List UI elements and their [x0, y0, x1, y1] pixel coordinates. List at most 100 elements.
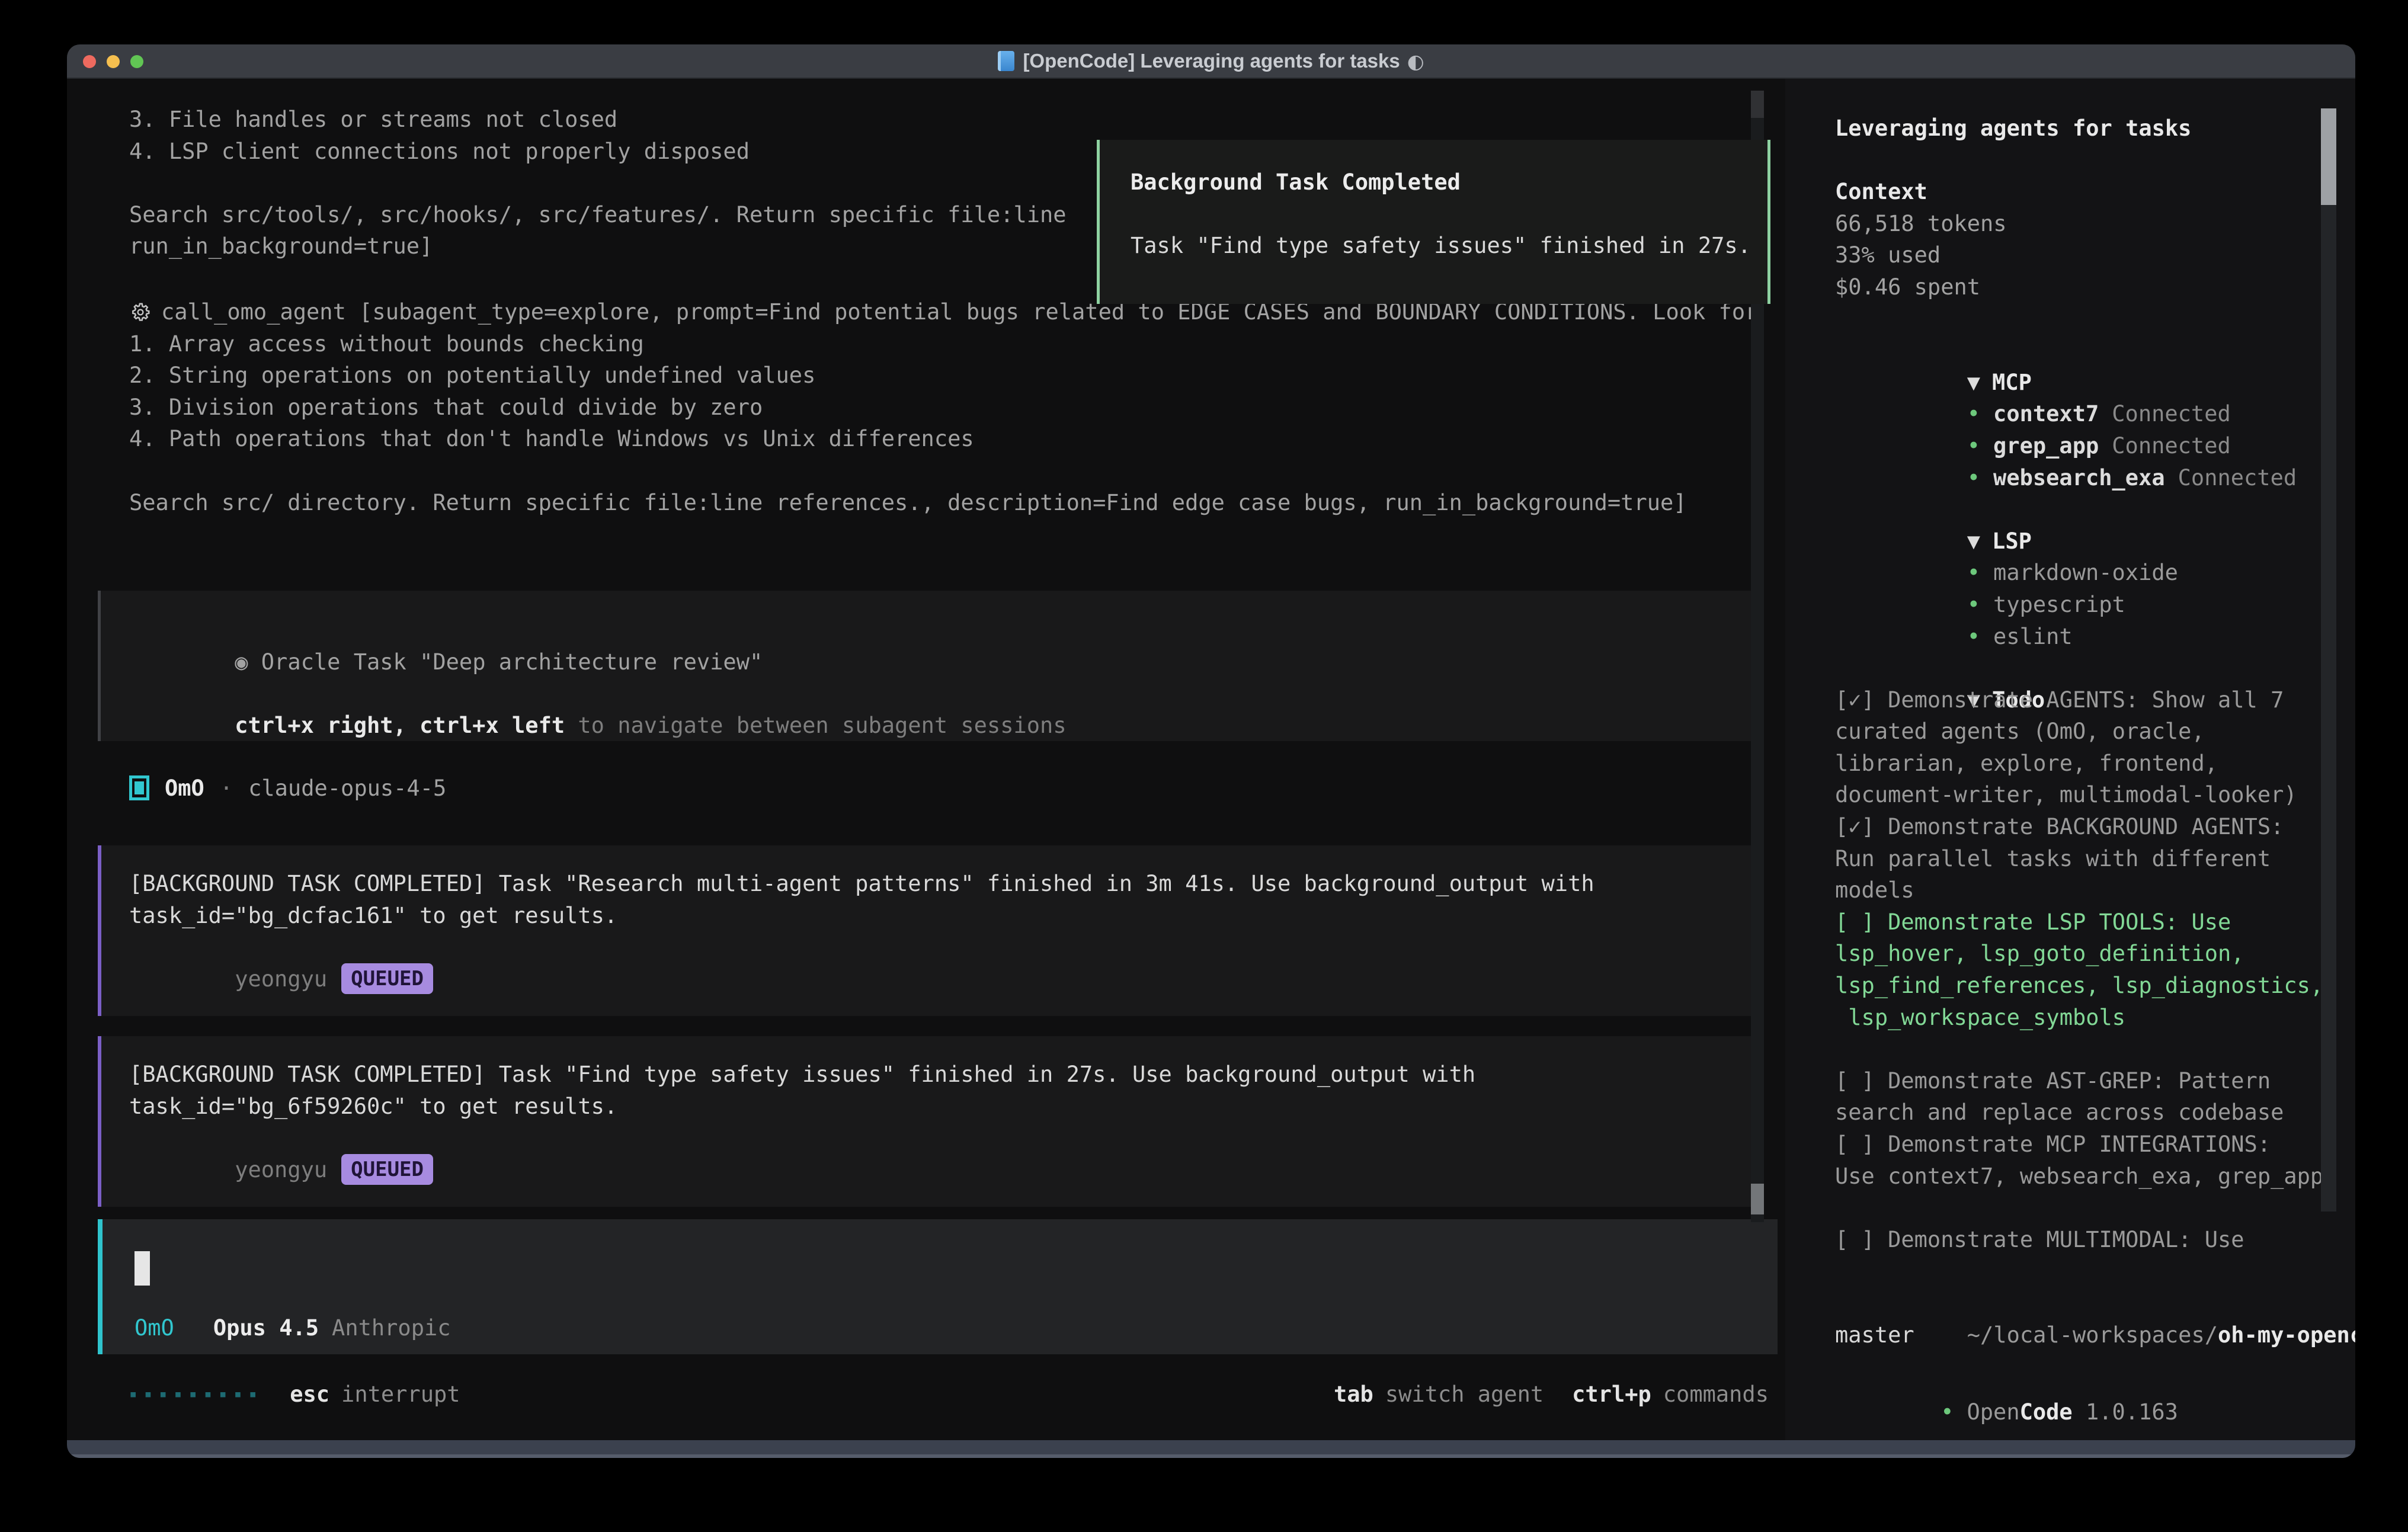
status-dot-icon: • [1967, 433, 1980, 459]
tool-call-line: Search src/ directory. Return specific f… [129, 487, 1758, 519]
transcript-line: run_in_background=true] [129, 230, 1067, 262]
status-dot-icon: • [1967, 401, 1980, 427]
separator-dot: · [220, 775, 233, 801]
task-message-line: task_id="bg_6f59260c" to get results. [129, 1091, 1759, 1123]
ctrlp-key-hint: ctrl+p [1572, 1382, 1651, 1407]
todo-line-active: [ ] Demonstrate LSP TOOLS: Use [1835, 906, 2324, 938]
transcript-line: Search src/tools/, src/hooks/, src/featu… [129, 199, 1067, 231]
agent-name: OmO [165, 775, 204, 801]
todo-line-active: lsp_find_references, lsp_diagnostics, [1835, 970, 2324, 1002]
tool-call-line [129, 455, 1758, 487]
tool-call-line: 3. Division operations that could divide… [129, 392, 1758, 424]
tool-call-block: call_omo_agent [subagent_type=explore, p… [129, 296, 1758, 518]
task-message-line: [BACKGROUND TASK COMPLETED] Task "Resear… [129, 868, 1759, 900]
todo-line: [ ] Demonstrate MULTIMODAL: Use [1835, 1224, 2324, 1256]
transcript-line: 4. LSP client connections not properly d… [129, 136, 1067, 168]
workspace-path: ~/local-workspaces/oh-my-opencode: [1835, 1287, 2324, 1319]
esc-key-hint: esc [290, 1382, 329, 1407]
todo-line: Run parallel tasks with different [1835, 843, 2324, 875]
queued-badge: QUEUED [341, 963, 433, 994]
background-task-toast: Background Task Completed Task "Find typ… [1097, 140, 1770, 304]
collapse-triangle-icon: ▼ [1967, 528, 1980, 554]
todo-line: [✓] Demonstrate BACKGROUND AGENTS: [1835, 811, 2324, 843]
todo-line: librarian, explore, frontend, [1835, 748, 2324, 780]
context-used: 33% used [1835, 239, 2324, 271]
gear-icon [129, 301, 152, 323]
window-bottom-strip [67, 1440, 2355, 1458]
collapse-triangle-icon: ▼ [1967, 370, 1980, 395]
footer-provider: Anthropic [332, 1315, 450, 1341]
tab-key-hint: tab [1334, 1382, 1373, 1407]
task-user: yeongyu [235, 966, 327, 992]
version-line: •OpenCode 1.0.163 [1835, 1374, 2178, 1406]
keybinding-hint-label: to navigate between subagent sessions [565, 713, 1066, 738]
task-message-line: [BACKGROUND TASK COMPLETED] Task "Find t… [129, 1059, 1759, 1091]
esc-key-label: interrupt [341, 1382, 460, 1407]
transcript-top: 3. File handles or streams not closed 4.… [129, 104, 1067, 262]
ctrlp-key-label: commands [1663, 1382, 1769, 1407]
window-title: [OpenCode] Leveraging agents for tasks [1023, 50, 1400, 72]
oracle-target-icon: ◉ [235, 649, 248, 675]
todo-line-active: lsp_workspace_symbols [1835, 1002, 2324, 1034]
todo-line: curated agents (OmO, oracle, [1835, 716, 2324, 748]
status-dot-icon: • [1967, 592, 1980, 617]
status-dot-icon: • [1967, 624, 1980, 649]
transcript-line [129, 167, 1067, 199]
todo-line: search and replace across codebase [1835, 1097, 2324, 1129]
maximize-button[interactable] [130, 55, 143, 68]
todo-line: [ ] Demonstrate MCP INTEGRATIONS: [1835, 1129, 2324, 1161]
footer-model: Opus 4.5 [213, 1315, 319, 1341]
context-header: Context [1835, 176, 2324, 208]
sidebar-scrollbar[interactable] [2321, 108, 2336, 1212]
oracle-task-box: ◉ Oracle Task "Deep architecture review"… [98, 591, 1759, 741]
todo-line [1835, 1192, 2324, 1224]
tool-call-line: 2. String operations on potentially unde… [129, 360, 1758, 392]
mcp-section-header[interactable]: ▼MCP [1835, 335, 2324, 367]
queued-badge: QUEUED [341, 1154, 433, 1185]
todo-line: [✓] Demonstrate AGENTS: Show all 7 [1835, 684, 2324, 716]
background-task-message: [BACKGROUND TASK COMPLETED] Task "Find t… [98, 1036, 1759, 1207]
todo-line: [ ] Demonstrate AST-GREP: Pattern [1835, 1065, 2324, 1097]
activity-dots-icon: ▪▪▪▪▪▪▪▪▪ [129, 1387, 264, 1402]
task-message-line: task_id="bg_dcfac161" to get results. [129, 900, 1759, 932]
transcript-line: 3. File handles or streams not closed [129, 104, 1067, 136]
tool-call-line: 1. Array access without bounds checking [129, 328, 1758, 360]
toast-title: Background Task Completed [1131, 166, 1767, 198]
scrollbar-thumb[interactable] [2321, 108, 2336, 205]
status-dot-icon: • [1967, 560, 1980, 585]
close-button[interactable] [83, 55, 96, 68]
keybinding-hint: ctrl+x right, ctrl+x left [235, 713, 565, 738]
notebook-icon [998, 51, 1014, 71]
todo-line: Use context7, websearch_exa, grep_app [1835, 1161, 2324, 1193]
tool-call-line: 4. Path operations that don't handle Win… [129, 423, 1758, 455]
task-user: yeongyu [235, 1157, 327, 1182]
sidebar-session-title: Leveraging agents for tasks [1835, 113, 2324, 145]
background-task-message: [BACKGROUND TASK COMPLETED] Task "Resear… [98, 845, 1759, 1016]
todo-line: models [1835, 874, 2324, 906]
window-titlebar[interactable]: [OpenCode] Leveraging agents for tasks ◐ [67, 44, 2355, 79]
sidebar: Leveraging agents for tasks Context 66,5… [1785, 79, 2355, 1440]
text-cursor [135, 1251, 150, 1286]
scrollbar-thumb[interactable] [1751, 1184, 1764, 1214]
oracle-task-title: Oracle Task "Deep architecture review" [261, 649, 763, 675]
agent-square-icon [129, 775, 149, 800]
opencode-terminal-window: [OpenCode] Leveraging agents for tasks ◐… [67, 44, 2355, 1458]
todo-line: document-writer, multimodal-looker) [1835, 779, 2324, 811]
context-spent: $0.46 spent [1835, 271, 2324, 303]
agent-model: claude-opus-4-5 [248, 775, 446, 801]
context-tokens: 66,518 tokens [1835, 208, 2324, 240]
toast-body: Task "Find type safety issues" finished … [1131, 230, 1767, 262]
input-footer: OmO Opus 4.5 Anthropic [135, 1312, 451, 1344]
agent-header: OmO · claude-opus-4-5 [129, 772, 446, 804]
tab-key-label: switch agent [1385, 1382, 1544, 1407]
prompt-input[interactable]: OmO Opus 4.5 Anthropic [98, 1219, 1778, 1354]
status-dot-icon: • [1967, 465, 1980, 491]
session-indicator-icon: ◐ [1407, 50, 1424, 73]
terminal-content: 3. File handles or streams not closed 4.… [67, 79, 2355, 1440]
footer-agent-name: OmO [135, 1315, 174, 1341]
status-dot-icon: • [1941, 1399, 1954, 1425]
status-bar: ▪▪▪▪▪▪▪▪▪ esc interrupt tab switch agent… [129, 1378, 1769, 1410]
scrollbar-thumb[interactable] [1751, 91, 1764, 118]
traffic-lights [83, 44, 143, 79]
minimize-button[interactable] [107, 55, 120, 68]
